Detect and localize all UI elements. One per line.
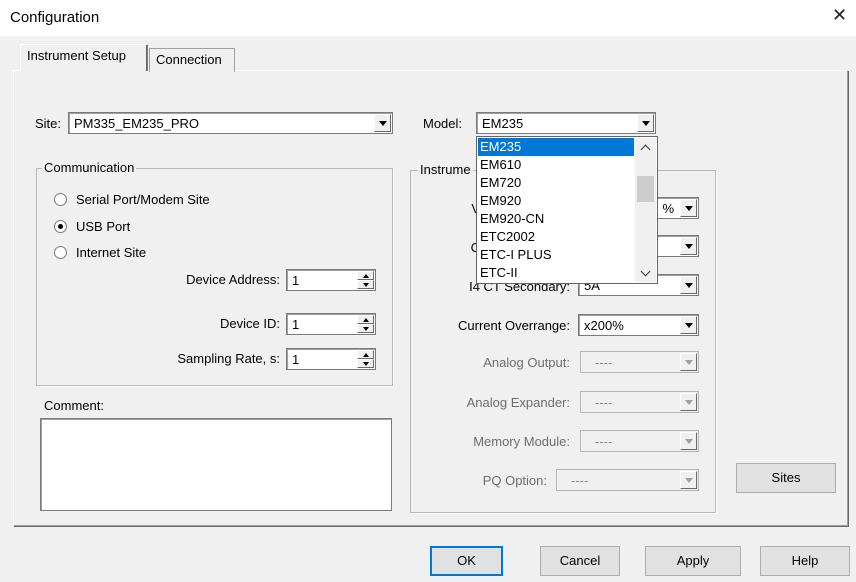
device-id-value: 1 <box>292 317 300 332</box>
device-id-stepper[interactable]: 1 <box>286 313 376 335</box>
instrument-row1-label: V <box>420 201 480 216</box>
current-overrange-label: Current Overrange: <box>458 318 570 333</box>
sampling-rate-stepper[interactable]: 1 <box>286 348 376 370</box>
model-dropdown-list: EM235 EM610 EM720 EM920 EM920-CN ETC2002… <box>476 136 658 284</box>
dropdown-scrollbar[interactable] <box>635 138 656 282</box>
help-button[interactable]: Help <box>760 546 850 576</box>
analog-output-select[interactable]: ---- <box>580 351 699 373</box>
sampling-rate-label: Sampling Rate, s: <box>177 351 280 366</box>
dropdown-arrow-icon[interactable] <box>680 393 697 411</box>
internet-site-label[interactable]: Internet Site <box>76 245 146 260</box>
site-select[interactable]: PM335_EM235_PRO <box>68 112 393 134</box>
memory-module-select[interactable]: ---- <box>580 430 699 452</box>
dropdown-arrow-icon[interactable] <box>637 114 654 132</box>
memory-module-value: ---- <box>595 434 613 449</box>
analog-expander-select[interactable]: ---- <box>580 391 699 413</box>
usb-port-label[interactable]: USB Port <box>76 219 130 234</box>
dropdown-arrow-icon[interactable] <box>680 237 697 255</box>
pq-option-label: PQ Option: <box>482 473 547 488</box>
instrument-legend: Instrume <box>418 162 473 177</box>
model-label: Model: <box>423 116 463 131</box>
model-option-em610[interactable]: EM610 <box>478 156 634 174</box>
dropdown-arrow-icon[interactable] <box>680 199 697 217</box>
spin-down-icon[interactable] <box>357 280 374 289</box>
serial-port-radio[interactable] <box>54 193 67 206</box>
device-id-label: Device ID: <box>220 316 280 331</box>
dropdown-arrow-icon[interactable] <box>680 276 697 294</box>
instrument-row2-label: C <box>420 240 480 255</box>
dropdown-arrow-icon[interactable] <box>374 114 391 132</box>
model-option-em235[interactable]: EM235 <box>478 138 634 156</box>
scrollbar-thumb[interactable] <box>637 176 654 202</box>
internet-site-radio[interactable] <box>54 246 67 259</box>
comment-label: Comment: <box>44 398 104 413</box>
scroll-down-icon[interactable] <box>635 264 656 282</box>
model-option-em920[interactable]: EM920 <box>478 192 634 210</box>
pq-option-value: ---- <box>571 473 589 488</box>
spin-up-icon[interactable] <box>357 271 374 280</box>
model-option-em920-cn[interactable]: EM920-CN <box>478 210 634 228</box>
model-option-etc-i-plus[interactable]: ETC-I PLUS <box>478 246 634 264</box>
model-option-em720[interactable]: EM720 <box>478 174 634 192</box>
title-bar <box>0 0 856 36</box>
analog-output-value: ---- <box>595 355 613 370</box>
model-select[interactable]: EM235 <box>476 112 656 134</box>
spin-up-icon[interactable] <box>357 315 374 324</box>
model-option-etc-ii[interactable]: ETC-II <box>478 264 634 282</box>
analog-expander-label: Analog Expander: <box>466 395 570 410</box>
device-address-label: Device Address: <box>186 272 280 287</box>
ok-button[interactable]: OK <box>430 546 503 576</box>
serial-port-label[interactable]: Serial Port/Modem Site <box>76 192 210 207</box>
current-overrange-select[interactable]: x200% <box>578 314 699 336</box>
analog-expander-value: ---- <box>595 395 613 410</box>
tab-connection[interactable]: Connection <box>149 48 235 72</box>
sites-button[interactable]: Sites <box>736 463 836 493</box>
spin-down-icon[interactable] <box>357 324 374 333</box>
sampling-rate-value: 1 <box>292 352 300 367</box>
close-icon[interactable]: ✕ <box>832 5 847 26</box>
window-title: Configuration <box>10 9 100 26</box>
cancel-button[interactable]: Cancel <box>540 546 620 576</box>
dropdown-arrow-icon[interactable] <box>680 353 697 371</box>
site-value: PM335_EM235_PRO <box>74 116 200 131</box>
spin-up-icon[interactable] <box>357 350 374 359</box>
spin-down-icon[interactable] <box>357 359 374 368</box>
comment-textarea[interactable] <box>40 418 392 511</box>
instrument-row1-value: % <box>662 201 674 216</box>
model-option-etc2002[interactable]: ETC2002 <box>478 228 634 246</box>
site-label: Site: <box>35 116 62 131</box>
analog-output-label: Analog Output: <box>483 355 570 370</box>
device-address-value: 1 <box>292 273 300 288</box>
communication-legend: Communication <box>42 160 137 175</box>
tab-instrument-setup[interactable]: Instrument Setup <box>20 44 148 71</box>
scroll-up-icon[interactable] <box>635 138 656 156</box>
current-overrange-value: x200% <box>584 318 624 333</box>
usb-port-radio[interactable] <box>54 220 67 233</box>
pq-option-select[interactable]: ---- <box>556 469 699 491</box>
memory-module-label: Memory Module: <box>473 434 570 449</box>
dropdown-arrow-icon[interactable] <box>680 432 697 450</box>
dropdown-arrow-icon[interactable] <box>680 471 697 489</box>
device-address-stepper[interactable]: 1 <box>286 269 376 291</box>
dropdown-arrow-icon[interactable] <box>680 316 697 334</box>
model-value: EM235 <box>482 116 524 131</box>
apply-button[interactable]: Apply <box>645 546 741 576</box>
